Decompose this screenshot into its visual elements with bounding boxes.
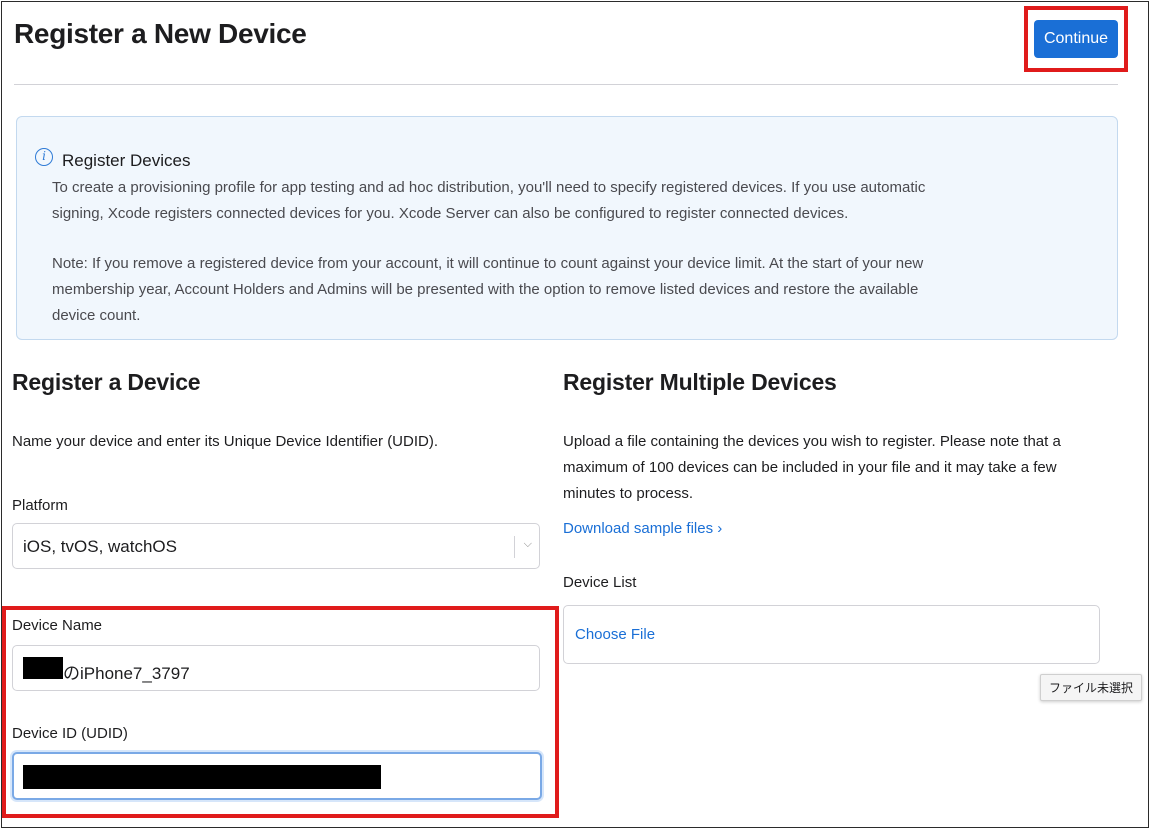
device-name-label: Device Name [12,617,103,634]
register-device-title: Register a Device [12,369,201,395]
device-id-label: Device ID (UDID) [12,725,128,742]
page-title: Register a New Device [14,18,307,49]
download-sample-files-link[interactable]: Download sample files › [563,520,722,537]
device-list-label: Device List [563,574,637,591]
register-multiple-title: Register Multiple Devices [563,369,837,395]
info-circle-icon: i [35,148,53,166]
select-separator [514,536,515,558]
device-name-input[interactable]: のiPhone7_3797 [12,645,540,691]
no-file-selected-tooltip: ファイル未選択 [1040,674,1143,701]
info-paragraph-1: To create a provisioning profile for app… [52,179,926,222]
device-id-input[interactable] [12,752,542,800]
continue-highlight-box: Continue [1024,6,1128,72]
info-title: Register Devices [62,151,191,170]
register-multiple-description: Upload a file containing the devices you… [563,433,1061,502]
redacted-udid [23,765,381,789]
info-paragraph-2: Note: If you remove a registered device … [52,255,924,324]
continue-button[interactable]: Continue [1034,20,1118,58]
register-device-description: Name your device and enter its Unique De… [12,433,439,450]
redacted-name-part [23,657,63,679]
chevron-down-icon: ⌵ [523,538,532,550]
device-name-value: のiPhone7_3797 [63,664,190,683]
choose-file-button[interactable]: Choose File [575,626,655,643]
device-list-file-input[interactable]: Choose File [563,605,1100,664]
platform-label: Platform [12,497,68,514]
platform-selected-value: iOS, tvOS, watchOS [23,537,177,556]
info-notice: i Register Devices To create a provision… [16,116,1118,340]
header-divider [14,84,1118,85]
platform-select[interactable]: iOS, tvOS, watchOS ⌵ [12,523,540,569]
